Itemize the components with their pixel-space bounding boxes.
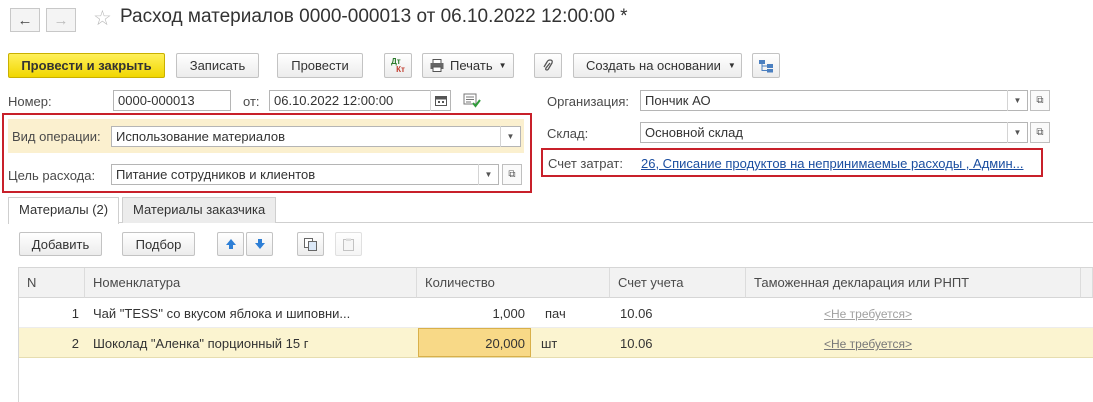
warehouse-dropdown[interactable]: ▼ bbox=[1007, 122, 1027, 143]
hierarchy-icon bbox=[759, 59, 773, 72]
dropdown-arrow-icon: ▼ bbox=[1013, 96, 1022, 105]
row-customs-link[interactable]: <Не требуется> bbox=[824, 307, 912, 321]
organization-dropdown[interactable]: ▼ bbox=[1007, 90, 1027, 111]
page-title: Расход материалов 0000-000013 от 06.10.2… bbox=[120, 6, 628, 27]
arrow-right-icon: → bbox=[53, 11, 69, 29]
row-account: 10.06 bbox=[620, 306, 653, 321]
row-quantity: 1,000 bbox=[492, 306, 525, 321]
dropdown-arrow-icon: ▼ bbox=[727, 61, 736, 70]
table-row[interactable]: 2 Шоколад "Аленка" порционный 15 г 20,00… bbox=[19, 328, 1093, 358]
open-icon: ⧉ bbox=[508, 169, 516, 180]
move-down-button[interactable] bbox=[246, 232, 273, 256]
operation-dropdown[interactable]: ▼ bbox=[500, 126, 520, 147]
forward-button[interactable]: → bbox=[46, 8, 76, 32]
purpose-field[interactable]: Питание сотрудников и клиентов bbox=[111, 164, 499, 185]
post-button[interactable]: Провести bbox=[277, 53, 363, 78]
organization-open-button[interactable]: ⧉ bbox=[1030, 90, 1050, 111]
organization-label: Организация: bbox=[547, 94, 630, 109]
operation-label: Вид операции: bbox=[12, 129, 101, 144]
attach-files-button[interactable] bbox=[534, 53, 562, 78]
warehouse-field[interactable]: Основной склад bbox=[640, 122, 1028, 143]
column-header-customs[interactable]: Таможенная декларация или РНПТ bbox=[746, 268, 1081, 298]
operation-field[interactable]: Использование материалов bbox=[111, 126, 521, 147]
organization-field[interactable]: Пончик АО bbox=[640, 90, 1028, 111]
dt-kt-button[interactable]: Дт Кт bbox=[384, 53, 412, 78]
open-icon: ⧉ bbox=[1036, 127, 1044, 138]
purpose-label: Цель расхода: bbox=[8, 168, 96, 183]
purpose-dropdown[interactable]: ▼ bbox=[478, 164, 498, 185]
paperclip-icon bbox=[543, 58, 553, 71]
row-number: 2 bbox=[71, 336, 79, 351]
row-customs-link[interactable]: <Не требуется> bbox=[824, 337, 912, 351]
create-based-on-button[interactable]: Создать на основании ▼ bbox=[573, 53, 742, 78]
tab-customer-materials[interactable]: Материалы заказчика bbox=[122, 197, 277, 223]
column-header-n[interactable]: N bbox=[19, 268, 85, 298]
row-unit: шт bbox=[541, 336, 558, 351]
back-button[interactable]: ← bbox=[10, 8, 40, 32]
column-header-item[interactable]: Номенклатура bbox=[85, 268, 417, 298]
warehouse-open-button[interactable]: ⧉ bbox=[1030, 122, 1050, 143]
row-account: 10.06 bbox=[620, 336, 653, 351]
row-number: 1 bbox=[71, 306, 79, 321]
row-quantity: 20,000 bbox=[485, 336, 525, 351]
dt-kt-icon: Дт Кт bbox=[391, 56, 405, 74]
number-field[interactable]: 0000-000013 bbox=[113, 90, 231, 111]
post-and-close-button[interactable]: Провести и закрыть bbox=[8, 53, 165, 78]
column-header-account[interactable]: Счет учета bbox=[610, 268, 746, 298]
date-label: от: bbox=[243, 94, 260, 109]
tab-materials[interactable]: Материалы (2) bbox=[8, 197, 120, 224]
purpose-open-button[interactable]: ⧉ bbox=[502, 164, 522, 185]
row-item: Чай "TESS" со вкусом яблока и шиповни... bbox=[93, 306, 351, 321]
cost-account-link[interactable]: 26, Списание продуктов на непринимаемые … bbox=[641, 156, 1037, 171]
row-unit: пач bbox=[545, 306, 566, 321]
arrow-left-icon: ← bbox=[17, 11, 33, 29]
move-up-button[interactable] bbox=[217, 232, 244, 256]
date-field[interactable]: 06.10.2022 12:00:00 bbox=[269, 90, 451, 111]
arrow-up-icon bbox=[225, 239, 236, 249]
calendar-icon bbox=[434, 96, 447, 106]
copy-icon bbox=[304, 237, 317, 251]
warehouse-label: Склад: bbox=[547, 126, 589, 141]
dropdown-arrow-icon: ▼ bbox=[1013, 128, 1022, 137]
paste-icon bbox=[343, 238, 354, 251]
pick-button[interactable]: Подбор bbox=[122, 232, 195, 256]
dropdown-arrow-icon: ▼ bbox=[498, 61, 507, 70]
document-status-icon[interactable] bbox=[463, 92, 481, 111]
copy-row-button[interactable] bbox=[297, 232, 324, 256]
number-label: Номер: bbox=[8, 94, 52, 109]
cost-account-label: Счет затрат: bbox=[548, 156, 623, 171]
dropdown-arrow-icon: ▼ bbox=[506, 132, 515, 141]
column-header-filler bbox=[1081, 268, 1093, 298]
table-row[interactable]: 1 Чай "TESS" со вкусом яблока и шиповни.… bbox=[19, 299, 1093, 328]
dropdown-arrow-icon: ▼ bbox=[484, 170, 493, 179]
printer-icon bbox=[430, 59, 444, 72]
open-icon: ⧉ bbox=[1036, 95, 1044, 106]
add-button[interactable]: Добавить bbox=[19, 232, 102, 256]
row-item: Шоколад "Аленка" порционный 15 г bbox=[93, 336, 309, 351]
print-button[interactable]: Печать ▼ bbox=[422, 53, 514, 78]
structure-button[interactable] bbox=[752, 53, 780, 78]
calendar-button[interactable] bbox=[430, 90, 450, 111]
column-header-quantity[interactable]: Количество bbox=[417, 268, 610, 298]
arrow-down-icon bbox=[254, 239, 265, 249]
paste-row-button[interactable] bbox=[335, 232, 362, 256]
favorite-star-icon[interactable]: ☆ bbox=[93, 6, 112, 31]
save-button[interactable]: Записать bbox=[176, 53, 259, 78]
